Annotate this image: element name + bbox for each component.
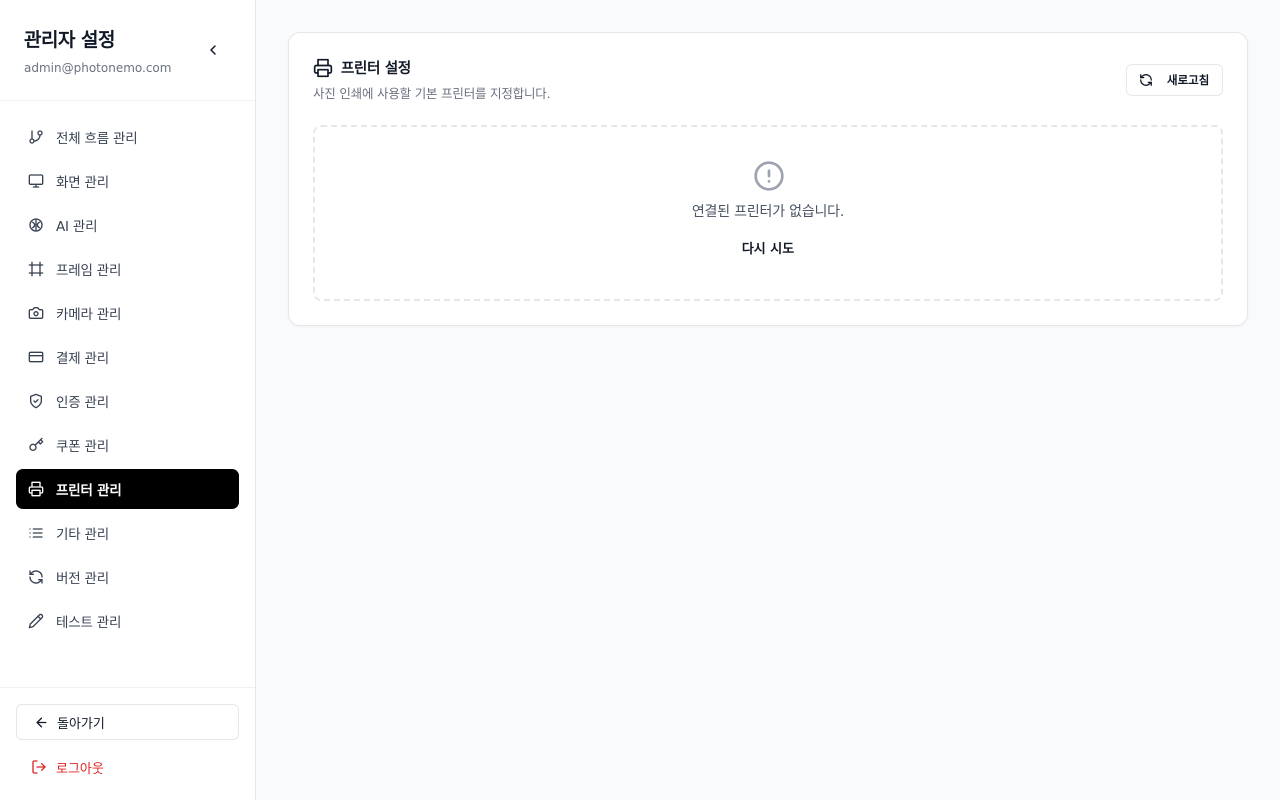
empty-message: 연결된 프린터가 없습니다.	[691, 204, 845, 220]
sidebar-item-label: 버전 관리	[56, 571, 109, 587]
list-icon	[27, 524, 45, 542]
sidebar-item-label: 기타 관리	[56, 527, 109, 543]
sidebar-item-printer[interactable]: 프린터 관리	[16, 469, 239, 509]
collapse-sidebar-button[interactable]	[200, 37, 226, 63]
chevron-left-icon	[210, 45, 216, 55]
credit-card-icon	[27, 348, 45, 366]
sidebar-footer: 돌아가기 로그아웃	[0, 687, 255, 800]
sidebar-item-label: 화면 관리	[56, 175, 109, 191]
sidebar-item-version[interactable]: 버전 관리	[16, 557, 239, 597]
sidebar-header: 관리자 설정 admin@photonemo.com	[0, 0, 255, 101]
sidebar-item-label: 인증 관리	[56, 395, 109, 411]
camera-icon	[27, 304, 45, 322]
logout-label: 로그아웃	[56, 761, 104, 777]
frame-icon	[27, 260, 45, 278]
sidebar: 관리자 설정 admin@photonemo.com 전체 흐름 관리 화면 관…	[0, 0, 256, 800]
sidebar-item-label: AI 관리	[56, 219, 98, 235]
retry-button[interactable]: 다시 시도	[728, 238, 808, 262]
card-header: 프린터 설정	[313, 57, 411, 78]
sidebar-item-ai[interactable]: AI 관리	[16, 205, 239, 245]
refresh-icon	[1140, 74, 1152, 86]
sidebar-item-label: 쿠폰 관리	[56, 439, 109, 455]
sidebar-item-frame[interactable]: 프레임 관리	[16, 249, 239, 289]
sidebar-item-payment[interactable]: 결제 관리	[16, 337, 239, 377]
sidebar-item-screen[interactable]: 화면 관리	[16, 161, 239, 201]
empty-state: 연결된 프린터가 없습니다. 다시 시도	[313, 125, 1223, 301]
refresh-button[interactable]: 새로고침	[1126, 64, 1223, 96]
sidebar-item-flow[interactable]: 전체 흐름 관리	[16, 117, 239, 157]
sidebar-item-camera[interactable]: 카메라 관리	[16, 293, 239, 333]
alert-circle-icon	[754, 161, 784, 191]
brain-icon	[27, 216, 45, 234]
key-icon	[27, 436, 45, 454]
sidebar-nav: 전체 흐름 관리 화면 관리 AI 관리 프레임 관리 카메라 관리 결제 관리…	[16, 117, 239, 645]
sidebar-item-label: 프레임 관리	[56, 263, 122, 279]
sidebar-item-coupon[interactable]: 쿠폰 관리	[16, 425, 239, 465]
sidebar-title: 관리자 설정	[24, 29, 116, 51]
back-button[interactable]: 돌아가기	[16, 704, 239, 740]
printer-icon	[313, 58, 333, 77]
sidebar-item-label: 전체 흐름 관리	[56, 131, 138, 147]
sidebar-item-etc[interactable]: 기타 관리	[16, 513, 239, 553]
printer-settings-card: 프린터 설정 사진 인쇄에 사용할 기본 프린터를 지정합니다. 새로고침 연결…	[288, 32, 1248, 326]
logout-icon	[32, 760, 46, 774]
refresh-button-label: 새로고침	[1167, 73, 1210, 87]
card-title: 프린터 설정	[341, 61, 411, 77]
sidebar-item-label: 프린터 관리	[56, 483, 122, 499]
shield-check-icon	[27, 392, 45, 410]
back-button-label: 돌아가기	[57, 716, 105, 732]
refresh-icon	[27, 568, 45, 586]
pencil-icon	[27, 612, 45, 630]
sidebar-item-test[interactable]: 테스트 관리	[16, 601, 239, 641]
admin-email: admin@photonemo.com	[24, 61, 172, 75]
git-branch-icon	[27, 128, 45, 146]
sidebar-item-label: 카메라 관리	[56, 307, 122, 323]
monitor-icon	[27, 172, 45, 190]
sidebar-item-auth[interactable]: 인증 관리	[16, 381, 239, 421]
sidebar-item-label: 테스트 관리	[56, 615, 122, 631]
logout-button[interactable]: 로그아웃	[31, 756, 104, 778]
arrow-left-icon	[36, 717, 47, 727]
sidebar-item-label: 결제 관리	[56, 351, 109, 367]
printer-icon	[27, 480, 45, 498]
card-subtitle: 사진 인쇄에 사용할 기본 프린터를 지정합니다.	[313, 86, 551, 101]
